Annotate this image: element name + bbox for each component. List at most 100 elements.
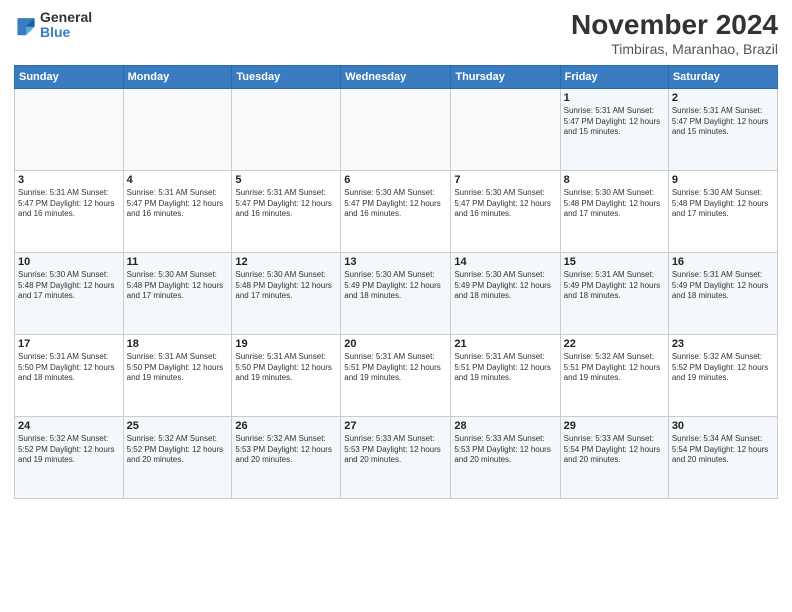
day-number: 16 [672, 256, 774, 268]
calendar-cell: 16 Sunrise: 5:31 AM Sunset: 5:49 PM Dayli… [668, 252, 777, 334]
day-info: Sunrise: 5:30 AM Sunset: 5:47 PM Dayligh… [454, 188, 556, 220]
calendar-cell: 3Sunrise: 5:31 AM Sunset: 5:47 PM Daylig… [15, 170, 124, 252]
day-number: 4 [127, 174, 229, 186]
calendar-cell: 1 Sunrise: 5:31 AM Sunset: 5:47 PM Daylig… [560, 88, 668, 170]
title-block: November 2024 Timbiras, Maranhao, Brazil [571, 10, 778, 57]
calendar-cell: 7 Sunrise: 5:30 AM Sunset: 5:47 PM Daylig… [451, 170, 560, 252]
day-info: Sunrise: 5:31 AM Sunset: 5:47 PM Dayligh… [564, 106, 665, 138]
day-info: Sunrise: 5:31 AM Sunset: 5:49 PM Dayligh… [564, 270, 665, 302]
calendar-cell: 8Sunrise: 5:30 AM Sunset: 5:48 PM Daylig… [560, 170, 668, 252]
day-number: 3 [18, 174, 120, 186]
week-row-2: 3 Sunrise: 5:31 AM Sunset: 5:47 PM Daylig… [15, 170, 778, 252]
day-number: 22 [564, 338, 665, 350]
day-number: 28 [454, 420, 556, 432]
day-info: Sunrise: 5:33 AM Sunset: 5:54 PM Dayligh… [564, 434, 665, 466]
week-row-4: 17 Sunrise: 5:31 AM Sunset: 5:50 PM Dayli… [15, 334, 778, 416]
calendar-cell [232, 88, 341, 170]
day-number: 5 [235, 174, 337, 186]
day-number: 29 [564, 420, 665, 432]
day-number: 14 [454, 256, 556, 268]
day-number: 24 [18, 420, 120, 432]
day-info: Sunrise: 5:31 AM Sunset: 5:47 PM Dayligh… [672, 106, 774, 138]
week-row-3: 10 Sunrise: 5:30 AM Sunset: 5:48 PM Dayli… [15, 252, 778, 334]
calendar-cell [341, 88, 451, 170]
day-number: 20 [344, 338, 447, 350]
day-info: Sunrise: 5:30 AM Sunset: 5:48 PM Dayligh… [235, 270, 337, 302]
calendar-cell: 25Sunrise: 5:32 AM Sunset: 5:52 PM Dayli… [123, 416, 232, 498]
header: General Blue November 2024 Timbiras, Mar… [14, 10, 778, 57]
day-number: 17 [18, 338, 120, 350]
day-info: Sunrise: 5:33 AM Sunset: 5:53 PM Dayligh… [454, 434, 556, 466]
calendar-cell [123, 88, 232, 170]
day-number: 26 [235, 420, 337, 432]
logo-icon [14, 11, 38, 39]
day-number: 6 [344, 174, 447, 186]
day-info: Sunrise: 5:30 AM Sunset: 5:49 PM Dayligh… [344, 270, 447, 302]
calendar-cell: 15 Sunrise: 5:31 AM Sunset: 5:49 PM Dayli… [560, 252, 668, 334]
day-info: Sunrise: 5:31 AM Sunset: 5:51 PM Dayligh… [344, 352, 447, 384]
weekday-header-wednesday: Wednesday [341, 65, 451, 88]
day-info: Sunrise: 5:30 AM Sunset: 5:48 PM Dayligh… [18, 270, 120, 302]
logo-blue: Blue [40, 25, 92, 40]
day-number: 10 [18, 256, 120, 268]
weekday-header-friday: Friday [560, 65, 668, 88]
logo-text: General Blue [40, 10, 92, 41]
calendar-subtitle: Timbiras, Maranhao, Brazil [571, 41, 778, 57]
calendar-cell: 27Sunrise: 5:33 AM Sunset: 5:53 PM Dayli… [341, 416, 451, 498]
calendar-cell: 10 Sunrise: 5:30 AM Sunset: 5:48 PM Dayli… [15, 252, 124, 334]
day-number: 30 [672, 420, 774, 432]
day-number: 11 [127, 256, 229, 268]
day-number: 7 [454, 174, 556, 186]
day-info: Sunrise: 5:31 AM Sunset: 5:50 PM Dayligh… [235, 352, 337, 384]
day-number: 19 [235, 338, 337, 350]
day-number: 1 [564, 92, 665, 104]
day-number: 12 [235, 256, 337, 268]
calendar-cell: 6 Sunrise: 5:30 AM Sunset: 5:47 PM Daylig… [341, 170, 451, 252]
day-info: Sunrise: 5:30 AM Sunset: 5:48 PM Dayligh… [672, 188, 774, 220]
day-info: Sunrise: 5:32 AM Sunset: 5:52 PM Dayligh… [18, 434, 120, 466]
calendar-title: November 2024 [571, 10, 778, 41]
weekday-header-sunday: Sunday [15, 65, 124, 88]
day-info: Sunrise: 5:30 AM Sunset: 5:48 PM Dayligh… [127, 270, 229, 302]
day-info: Sunrise: 5:32 AM Sunset: 5:52 PM Dayligh… [127, 434, 229, 466]
day-info: Sunrise: 5:34 AM Sunset: 5:54 PM Dayligh… [672, 434, 774, 466]
calendar-cell: 4 Sunrise: 5:31 AM Sunset: 5:47 PM Daylig… [123, 170, 232, 252]
week-row-1: 1 Sunrise: 5:31 AM Sunset: 5:47 PM Daylig… [15, 88, 778, 170]
calendar-cell: 28 Sunrise: 5:33 AM Sunset: 5:53 PM Dayli… [451, 416, 560, 498]
weekday-header-thursday: Thursday [451, 65, 560, 88]
page: General Blue November 2024 Timbiras, Mar… [0, 0, 792, 507]
day-number: 13 [344, 256, 447, 268]
week-row-5: 24 Sunrise: 5:32 AM Sunset: 5:52 PM Dayli… [15, 416, 778, 498]
calendar-cell [15, 88, 124, 170]
day-info: Sunrise: 5:30 AM Sunset: 5:47 PM Dayligh… [344, 188, 447, 220]
calendar-cell: 18 Sunrise: 5:31 AM Sunset: 5:50 PM Dayli… [123, 334, 232, 416]
day-number: 15 [564, 256, 665, 268]
logo: General Blue [14, 10, 92, 41]
calendar-cell: 29 Sunrise: 5:33 AM Sunset: 5:54 PM Dayli… [560, 416, 668, 498]
day-info: Sunrise: 5:33 AM Sunset: 5:53 PM Dayligh… [344, 434, 447, 466]
weekday-header-row: SundayMondayTuesdayWednesdayThursdayFrid… [15, 65, 778, 88]
day-info: Sunrise: 5:31 AM Sunset: 5:51 PM Dayligh… [454, 352, 556, 384]
day-number: 23 [672, 338, 774, 350]
calendar-cell: 22Sunrise: 5:32 AM Sunset: 5:51 PM Dayli… [560, 334, 668, 416]
day-info: Sunrise: 5:32 AM Sunset: 5:53 PM Dayligh… [235, 434, 337, 466]
weekday-header-saturday: Saturday [668, 65, 777, 88]
calendar-table: SundayMondayTuesdayWednesdayThursdayFrid… [14, 65, 778, 499]
day-number: 2 [672, 92, 774, 104]
day-info: Sunrise: 5:31 AM Sunset: 5:47 PM Dayligh… [235, 188, 337, 220]
day-info: Sunrise: 5:30 AM Sunset: 5:48 PM Dayligh… [564, 188, 665, 220]
calendar-cell: 14Sunrise: 5:30 AM Sunset: 5:49 PM Dayli… [451, 252, 560, 334]
calendar-cell: 13 Sunrise: 5:30 AM Sunset: 5:49 PM Dayli… [341, 252, 451, 334]
calendar-cell: 24 Sunrise: 5:32 AM Sunset: 5:52 PM Dayli… [15, 416, 124, 498]
calendar-cell: 19 Sunrise: 5:31 AM Sunset: 5:50 PM Dayli… [232, 334, 341, 416]
weekday-header-tuesday: Tuesday [232, 65, 341, 88]
day-info: Sunrise: 5:31 AM Sunset: 5:50 PM Dayligh… [127, 352, 229, 384]
day-info: Sunrise: 5:31 AM Sunset: 5:50 PM Dayligh… [18, 352, 120, 384]
day-info: Sunrise: 5:31 AM Sunset: 5:47 PM Dayligh… [127, 188, 229, 220]
calendar-cell [451, 88, 560, 170]
calendar-cell: 23Sunrise: 5:32 AM Sunset: 5:52 PM Dayli… [668, 334, 777, 416]
day-number: 18 [127, 338, 229, 350]
calendar-cell: 2 Sunrise: 5:31 AM Sunset: 5:47 PM Daylig… [668, 88, 777, 170]
day-info: Sunrise: 5:31 AM Sunset: 5:49 PM Dayligh… [672, 270, 774, 302]
calendar-cell: 26 Sunrise: 5:32 AM Sunset: 5:53 PM Dayli… [232, 416, 341, 498]
